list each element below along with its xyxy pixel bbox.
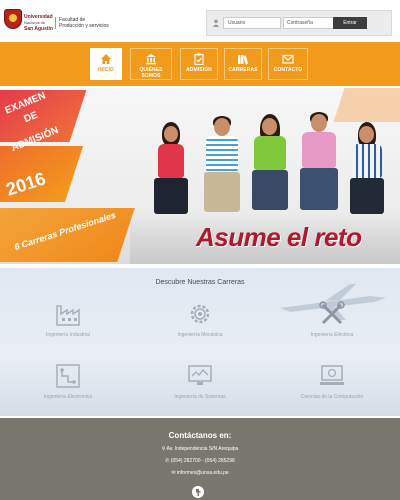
- footer-phone-text: (054) 282700 - (054) 285298: [170, 458, 235, 464]
- password-input[interactable]: Contraseña: [283, 17, 335, 29]
- location-icon: ⚲: [161, 446, 166, 452]
- footer-title: Contáctanos en:: [168, 431, 232, 440]
- nav-item-label: CARRERAS: [228, 67, 258, 73]
- nav-item-label: QUIÉNES SOMOS: [139, 67, 163, 79]
- nav-item-contacto[interactable]: CONTACTO: [268, 48, 308, 80]
- login-form: Usuario Contraseña Entrar: [206, 10, 392, 36]
- username-input[interactable]: Usuario: [223, 17, 281, 29]
- nav-item-quienes-somos[interactable]: QUIÉNES SOMOS: [130, 48, 172, 80]
- career-ingenieria-industrial[interactable]: Ingeniería Industrial: [28, 300, 108, 338]
- site-header: Universidad Nacional de San Agustín Facu…: [0, 0, 400, 42]
- contact-footer: Contáctanos en: ⚲ Av. Independencia S/N …: [0, 418, 400, 500]
- footer-address: ⚲ Av. Independencia S/N Arequipa: [0, 446, 400, 452]
- student-figure: [148, 122, 194, 222]
- computer-icon: [320, 365, 344, 385]
- monitor-icon: [188, 365, 212, 385]
- footer-email[interactable]: ✉ informes@unsa.edu.pe: [0, 470, 400, 476]
- career-label: Ingeniería de Sistemas: [174, 394, 226, 400]
- institution-icon: [146, 54, 156, 65]
- career-label: Ingeniería Industrial: [46, 332, 90, 338]
- footer-phone: ✆ (054) 282700 - (054) 285298: [0, 458, 400, 464]
- phone-icon: ✆: [165, 458, 170, 464]
- home-icon: [101, 54, 111, 64]
- banner-slogan: Asume el reto: [196, 222, 362, 252]
- career-ingenieria-electronica[interactable]: Ingeniería Electrónica: [28, 362, 108, 400]
- faculty-name: Facultad de Producción y servicios: [55, 17, 109, 29]
- tools-icon: [319, 301, 345, 325]
- circuit-icon: [56, 364, 80, 388]
- faculty-name-line2: Producción y servicios: [59, 23, 109, 29]
- career-ingenieria-de-sistemas[interactable]: Ingeniería de Sistemas: [160, 362, 240, 400]
- career-ingenieria-mecanica[interactable]: Ingeniería Mecánica: [160, 300, 240, 338]
- career-label: Ciencias de la Computación: [300, 394, 364, 400]
- social-icon[interactable]: [192, 486, 204, 498]
- nav-item-label: ADMISIÓN: [186, 67, 212, 73]
- envelope-icon: [282, 54, 294, 64]
- university-seal-logo[interactable]: [4, 9, 22, 29]
- clipboard-icon: [194, 53, 204, 65]
- nav-item-label: INICIO: [98, 67, 114, 73]
- career-label: Ingeniería Mecánica: [177, 332, 223, 338]
- careers-section: Descubre Nuestras Carreras Ingeniería In…: [0, 268, 400, 416]
- university-name: Universidad Nacional de San Agustín: [24, 14, 56, 32]
- factory-icon: [56, 305, 80, 326]
- student-figure: [344, 122, 390, 222]
- careers-title: Descubre Nuestras Carreras: [155, 279, 245, 286]
- nav-item-carreras[interactable]: CARRERAS: [224, 48, 262, 80]
- mail-icon: ✉: [171, 470, 176, 476]
- user-icon: [212, 19, 220, 27]
- gear-icon: [190, 304, 210, 324]
- login-submit-button[interactable]: Entrar: [333, 17, 367, 29]
- career-label: Ingeniería Eléctrica: [310, 332, 354, 338]
- university-name-line3: San Agustín: [24, 26, 53, 32]
- nav-item-label: CONTACTO: [273, 67, 303, 73]
- career-label: Ingeniería Electrónica: [43, 394, 93, 400]
- page: Universidad Nacional de San Agustín Facu…: [0, 0, 400, 500]
- admission-banner[interactable]: EXAMEN DE ADMISIÓN 2016 6 Carreras Profe…: [0, 88, 400, 264]
- student-figure: [294, 112, 344, 222]
- career-ingenieria-electrica[interactable]: Ingeniería Eléctrica: [292, 300, 372, 338]
- nav-item-admision[interactable]: ADMISIÓN: [180, 48, 218, 80]
- books-icon: [238, 55, 249, 65]
- footer-address-text: Av. Independencia S/N Arequipa: [166, 446, 239, 452]
- nav-item-inicio[interactable]: INICIO: [90, 48, 122, 80]
- footer-email-text[interactable]: informes@unsa.edu.pe: [177, 470, 229, 476]
- main-nav: INICIO QUIÉNES SOMOS ADMISIÓN CARRERAS C…: [0, 42, 400, 86]
- career-ciencias-de-la-computacion[interactable]: Ciencias de la Computación: [292, 362, 372, 400]
- student-figure: [246, 114, 294, 222]
- student-figure: [198, 116, 246, 222]
